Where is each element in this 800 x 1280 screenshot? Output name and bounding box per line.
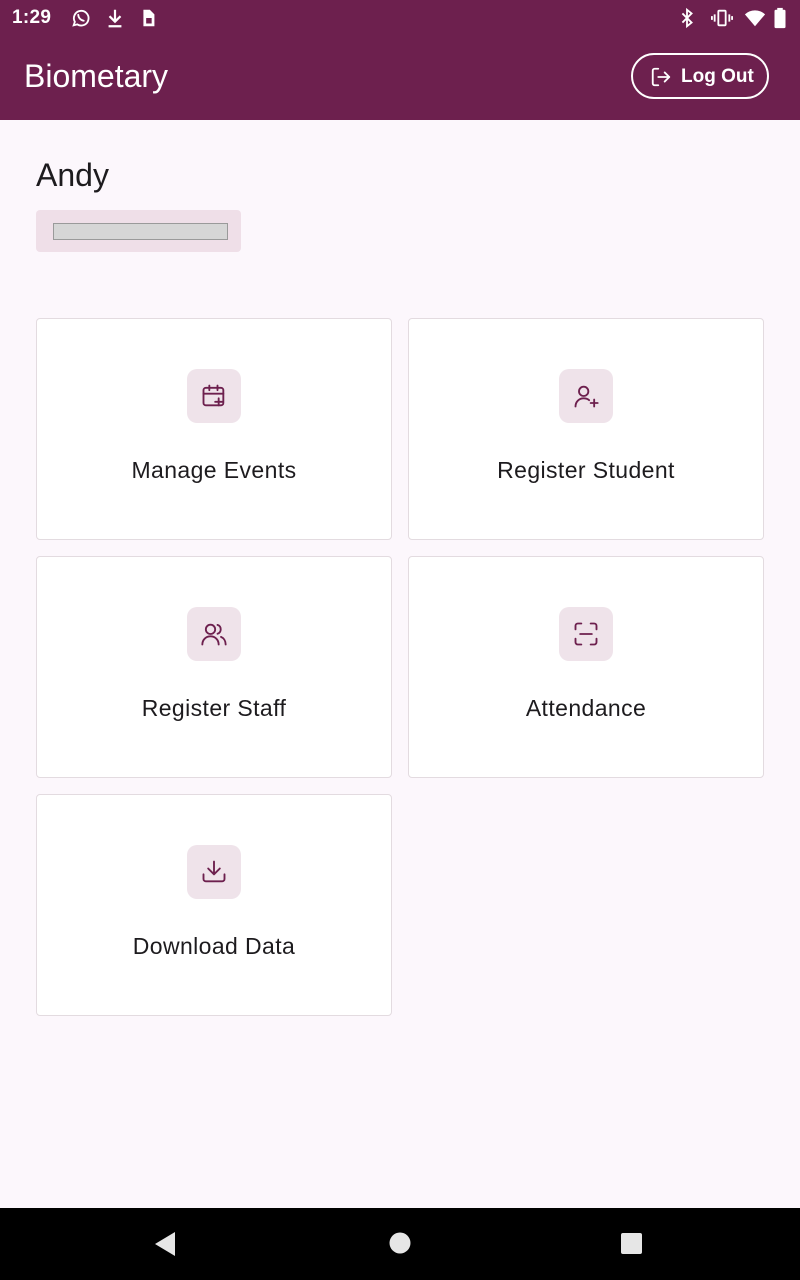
attendance-label: Attendance	[525, 695, 647, 721]
logout-icon	[651, 67, 671, 87]
download-data-card[interactable]: Download Data	[36, 794, 392, 1016]
manage-events-card[interactable]: Manage Events	[36, 318, 392, 540]
download-icon	[104, 7, 126, 29]
register-staff-label: Register Staff	[141, 695, 287, 721]
system-nav-bar	[0, 1208, 800, 1280]
user-plus-icon	[559, 369, 613, 423]
home-icon[interactable]	[389, 1232, 411, 1254]
status-bar: 1:29	[0, 0, 800, 36]
register-student-label: Register Student	[497, 457, 675, 483]
logout-label: Log Out	[681, 66, 754, 87]
recents-icon[interactable]	[621, 1233, 642, 1254]
back-icon[interactable]	[153, 1231, 177, 1257]
app-bar: Biometary Log Out	[0, 36, 800, 120]
sim-icon	[137, 7, 159, 29]
scan-icon	[559, 607, 613, 661]
bluetooth-icon	[676, 7, 698, 29]
status-time: 1:29	[12, 7, 52, 28]
user-name: Andy	[36, 157, 109, 193]
logout-button[interactable]: Log Out	[631, 53, 769, 99]
wifi-icon	[743, 7, 766, 29]
whatsapp-icon	[70, 7, 92, 29]
vibrate-icon	[710, 7, 733, 29]
download-tray-icon	[187, 845, 241, 899]
battery-icon	[772, 7, 794, 29]
users-icon	[187, 607, 241, 661]
app-title: Biometary	[24, 58, 169, 94]
attendance-card[interactable]: Attendance	[408, 556, 764, 778]
progress-bar	[53, 223, 228, 240]
calendar-plus-icon	[187, 369, 241, 423]
register-student-card[interactable]: Register Student	[408, 318, 764, 540]
progress-container	[36, 210, 241, 252]
manage-events-label: Manage Events	[131, 457, 297, 483]
register-staff-card[interactable]: Register Staff	[36, 556, 392, 778]
download-data-label: Download Data	[132, 933, 296, 959]
